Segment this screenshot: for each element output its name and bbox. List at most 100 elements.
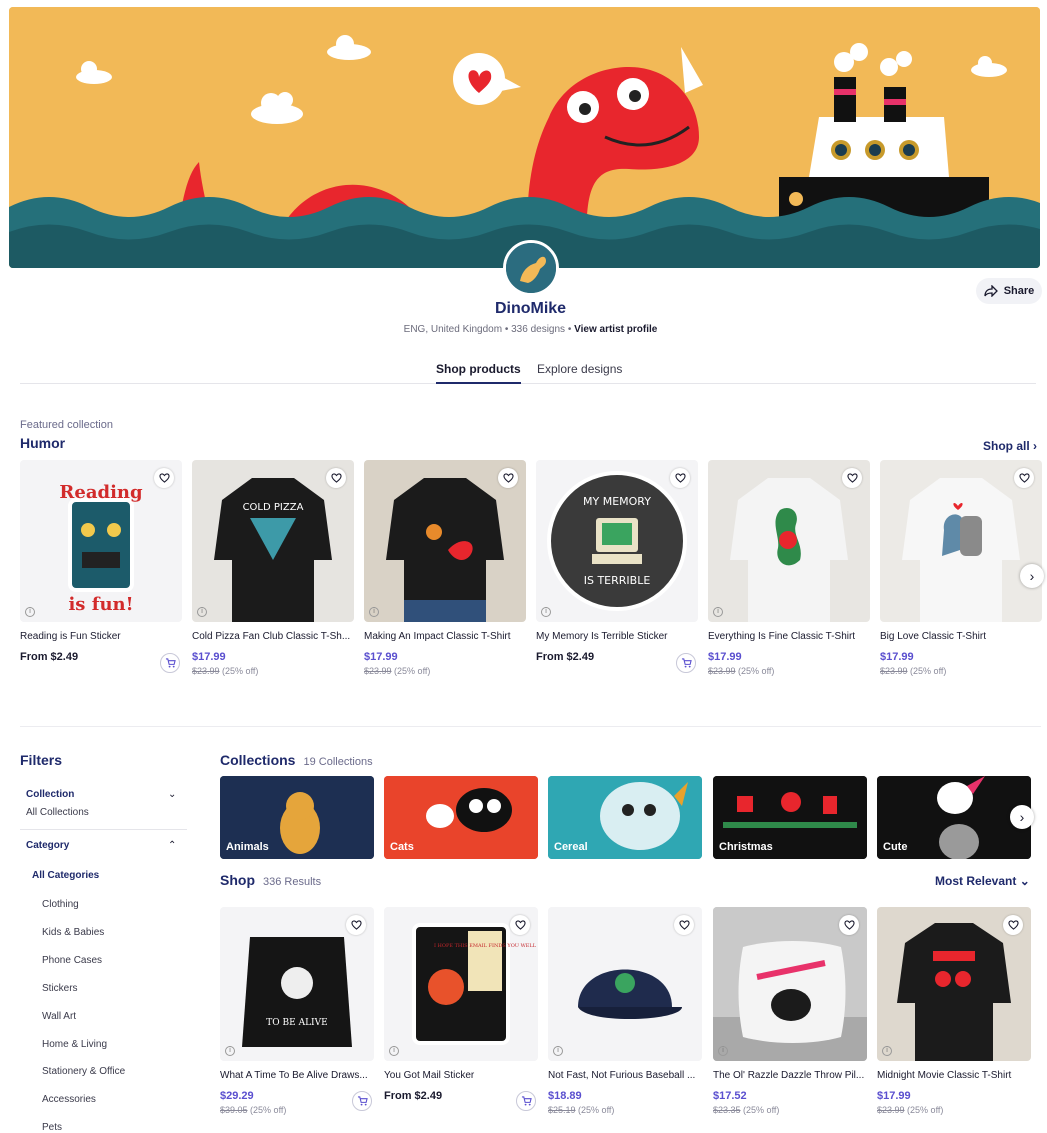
category-item[interactable]: Stationery & Office: [42, 1066, 125, 1077]
collections-next-button[interactable]: ›: [1010, 805, 1034, 829]
product-image[interactable]: i: [713, 907, 867, 1061]
product-card[interactable]: i Midnight Movie Classic T-Shirt $17.99 …: [877, 907, 1031, 1115]
reading-bottom-text: is fun!: [68, 594, 133, 615]
product-card[interactable]: Big Love Classic T-Shirt $17.99 $23.99 (…: [880, 460, 1042, 676]
product-name[interactable]: What A Time To Be Alive Draws...: [220, 1070, 374, 1081]
artist-avatar[interactable]: [503, 240, 559, 296]
product-price: $17.99: [364, 651, 398, 663]
product-price: $17.52: [713, 1090, 747, 1102]
banner-illustration: [9, 7, 1040, 268]
favorite-heart-icon[interactable]: [670, 468, 690, 488]
product-name[interactable]: You Got Mail Sticker: [384, 1070, 538, 1081]
filter-category-label[interactable]: Category: [26, 840, 69, 851]
share-label: Share: [1003, 285, 1035, 297]
category-all[interactable]: All Categories: [32, 870, 99, 881]
chevron-right-icon: ›: [1019, 809, 1025, 825]
favorite-heart-icon[interactable]: [326, 468, 346, 488]
add-to-cart-icon[interactable]: [516, 1091, 536, 1111]
info-icon[interactable]: i: [25, 607, 35, 617]
product-image[interactable]: MY MEMORY IS TERRIBLE i: [536, 460, 698, 622]
favorite-heart-icon[interactable]: [346, 915, 366, 935]
product-image[interactable]: i: [548, 907, 702, 1061]
favorite-heart-icon[interactable]: [1014, 468, 1034, 488]
info-icon[interactable]: i: [225, 1046, 235, 1056]
category-item[interactable]: Kids & Babies: [42, 927, 104, 938]
favorite-heart-icon[interactable]: [674, 915, 694, 935]
product-card[interactable]: i Everything Is Fine Classic T-Shirt $17…: [708, 460, 870, 676]
shop-banner: [9, 7, 1040, 268]
section-divider: [20, 726, 1041, 727]
collection-tile[interactable]: Cats: [384, 776, 538, 859]
category-item[interactable]: Pets: [42, 1122, 62, 1133]
filter-collection-value: All Collections: [26, 807, 89, 818]
favorite-heart-icon[interactable]: [510, 915, 530, 935]
product-name[interactable]: The Ol' Razzle Dazzle Throw Pil...: [713, 1070, 867, 1081]
info-icon[interactable]: i: [713, 607, 723, 617]
filter-collection-label[interactable]: Collection: [26, 789, 74, 800]
category-item[interactable]: Accessories: [42, 1094, 96, 1105]
tab-shop-products[interactable]: Shop products: [436, 362, 521, 384]
product-name[interactable]: My Memory Is Terrible Sticker: [536, 631, 698, 642]
collection-tile[interactable]: Cute: [877, 776, 1031, 859]
category-item[interactable]: Phone Cases: [42, 955, 102, 966]
product-image[interactable]: i: [877, 907, 1031, 1061]
product-name[interactable]: Making An Impact Classic T-Shirt: [364, 631, 526, 642]
carousel-next-button[interactable]: ›: [1020, 564, 1044, 588]
product-image[interactable]: i: [364, 460, 526, 622]
category-item[interactable]: Wall Art: [42, 1011, 76, 1022]
shop-title: Shop: [220, 872, 255, 888]
memory-bottom-text: IS TERRIBLE: [584, 574, 651, 587]
product-name[interactable]: Cold Pizza Fan Club Classic T-Sh...: [192, 631, 354, 642]
product-card[interactable]: i Not Fast, Not Furious Baseball ... $18…: [548, 907, 702, 1115]
product-card[interactable]: i The Ol' Razzle Dazzle Throw Pil... $17…: [713, 907, 867, 1115]
category-item[interactable]: Stickers: [42, 983, 78, 994]
favorite-heart-icon[interactable]: [154, 468, 174, 488]
info-icon[interactable]: i: [553, 1046, 563, 1056]
product-image[interactable]: Reading is fun! i: [20, 460, 182, 622]
product-image[interactable]: I HOPE THIS EMAIL FINDS YOU WELL i: [384, 907, 538, 1061]
add-to-cart-icon[interactable]: [676, 653, 696, 673]
product-card[interactable]: Reading is fun! i Reading is Fun Sticker…: [20, 460, 182, 673]
product-card[interactable]: MY MEMORY IS TERRIBLE i My Memory Is Ter…: [536, 460, 698, 673]
chevron-down-icon[interactable]: ⌄: [168, 789, 176, 800]
product-old-price: $23.99 (25% off): [877, 1105, 944, 1115]
product-card[interactable]: i Making An Impact Classic T-Shirt $17.9…: [364, 460, 526, 676]
product-image[interactable]: COLD PIZZA i: [192, 460, 354, 622]
collection-tile[interactable]: Christmas: [713, 776, 867, 859]
product-name[interactable]: Not Fast, Not Furious Baseball ...: [548, 1070, 702, 1081]
product-price: From $2.49: [384, 1090, 443, 1102]
chevron-up-icon[interactable]: ⌃: [168, 840, 176, 851]
sort-dropdown[interactable]: Most Relevant ⌄: [935, 874, 1030, 888]
info-icon[interactable]: i: [197, 607, 207, 617]
category-item[interactable]: Clothing: [42, 899, 79, 910]
favorite-heart-icon[interactable]: [1003, 915, 1023, 935]
product-card[interactable]: COLD PIZZA i Cold Pizza Fan Club Classic…: [192, 460, 354, 676]
collection-tile[interactable]: Cereal: [548, 776, 702, 859]
product-name[interactable]: Everything Is Fine Classic T-Shirt: [708, 631, 870, 642]
info-icon[interactable]: i: [541, 607, 551, 617]
chevron-right-icon: ›: [1033, 439, 1038, 453]
product-card[interactable]: TO BE ALIVE i What A Time To Be Alive Dr…: [220, 907, 374, 1115]
product-image[interactable]: TO BE ALIVE i: [220, 907, 374, 1061]
add-to-cart-icon[interactable]: [160, 653, 180, 673]
add-to-cart-icon[interactable]: [352, 1091, 372, 1111]
product-name[interactable]: Big Love Classic T-Shirt: [880, 631, 1042, 642]
info-icon[interactable]: i: [369, 607, 379, 617]
favorite-heart-icon[interactable]: [842, 468, 862, 488]
view-artist-profile-link[interactable]: View artist profile: [574, 324, 657, 335]
shop-all-link[interactable]: Shop all ›: [983, 439, 1037, 453]
favorite-heart-icon[interactable]: [498, 468, 518, 488]
info-icon[interactable]: i: [882, 1046, 892, 1056]
product-image[interactable]: [880, 460, 1042, 622]
tab-explore-designs[interactable]: Explore designs: [537, 362, 622, 382]
product-card[interactable]: I HOPE THIS EMAIL FINDS YOU WELL i You G…: [384, 907, 538, 1111]
info-icon[interactable]: i: [389, 1046, 399, 1056]
collection-tile[interactable]: Animals: [220, 776, 374, 859]
product-name[interactable]: Reading is Fun Sticker: [20, 631, 182, 642]
favorite-heart-icon[interactable]: [839, 915, 859, 935]
product-image[interactable]: i: [708, 460, 870, 622]
product-old-price: $23.99 (25% off): [708, 666, 775, 676]
category-item[interactable]: Home & Living: [42, 1039, 107, 1050]
info-icon[interactable]: i: [718, 1046, 728, 1056]
product-name[interactable]: Midnight Movie Classic T-Shirt: [877, 1070, 1031, 1081]
